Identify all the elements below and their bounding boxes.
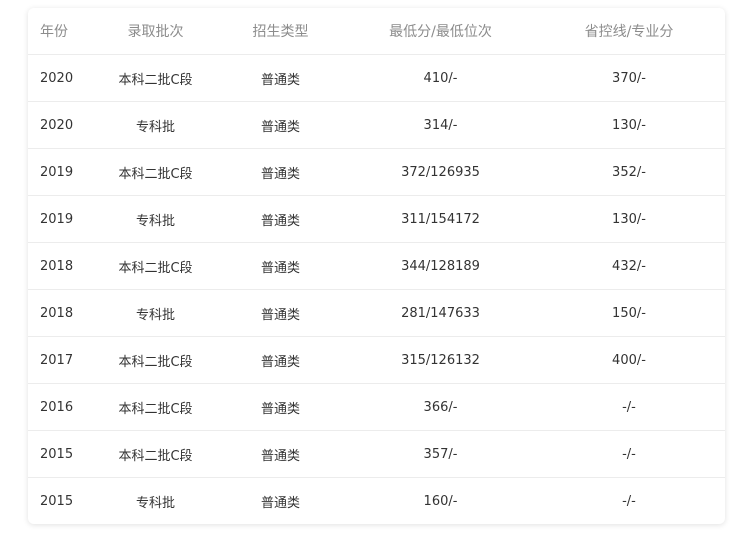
cell-line: 352/-	[533, 148, 725, 196]
cell-type: 普通类	[213, 148, 348, 196]
cell-line: 432/-	[533, 242, 725, 290]
cell-batch: 专科批	[135, 495, 175, 511]
admission-scores-table: 年份 录取批次 招生类型 最低分/最低位次 省控线/专业分 2020 本科二批C…	[28, 8, 725, 524]
cell-type: 普通类	[213, 54, 348, 102]
cell-batch: 本科二批C段	[98, 430, 213, 478]
table-row: 2020 专科批 普通类 314/- 130/-	[28, 101, 725, 149]
cell-year: 2020	[28, 101, 98, 149]
cell-score: 311/154172	[348, 195, 533, 243]
cell-type: 普通类	[213, 195, 348, 243]
table-row: 2015 本科二批C段 普通类 357/- -/-	[28, 430, 725, 478]
cell-score: 160/-	[423, 493, 458, 509]
cell-score: 410/-	[348, 54, 533, 102]
cell-batch: 本科二批C段	[98, 148, 213, 196]
column-header-type: 招生类型	[213, 8, 348, 55]
table-row: 2018 专科批 普通类 281/147633 150/-	[28, 289, 725, 337]
cell-line: -/-	[622, 493, 636, 509]
cell-batch: 本科二批C段	[98, 336, 213, 384]
cell-year: 2015	[40, 493, 74, 509]
cell-year: 2017	[28, 336, 98, 384]
cell-batch: 专科批	[98, 101, 213, 149]
cell-batch: 本科二批C段	[98, 242, 213, 290]
cell-year: 2018	[28, 242, 98, 290]
cell-batch: 专科批	[98, 195, 213, 243]
cell-year: 2018	[28, 289, 98, 337]
cell-type: 普通类	[213, 101, 348, 149]
column-header-batch: 录取批次	[98, 8, 213, 55]
table-row: 2020 本科二批C段 普通类 410/- 370/-	[28, 54, 725, 102]
table-header: 年份 录取批次 招生类型 最低分/最低位次 省控线/专业分	[28, 8, 725, 55]
cell-type: 普通类	[213, 336, 348, 384]
cell-type: 普通类	[213, 383, 348, 431]
cell-line: 150/-	[533, 289, 725, 337]
table-body: 2020 本科二批C段 普通类 410/- 370/- 2020 专科批 普通类…	[28, 54, 725, 525]
cell-line: 400/-	[533, 336, 725, 384]
cell-batch: 专科批	[98, 289, 213, 337]
column-header-year: 年份	[28, 8, 98, 55]
cell-type: 普通类	[213, 242, 348, 290]
cell-line: -/-	[533, 383, 725, 431]
cell-batch: 本科二批C段	[98, 54, 213, 102]
cell-score: 315/126132	[348, 336, 533, 384]
table-row: 2019 专科批 普通类 311/154172 130/-	[28, 195, 725, 243]
table-row: 2018 本科二批C段 普通类 344/128189 432/-	[28, 242, 725, 290]
header-row: 年份 录取批次 招生类型 最低分/最低位次 省控线/专业分	[28, 8, 725, 55]
column-header-line: 省控线/专业分	[533, 8, 725, 55]
cell-line: 130/-	[533, 195, 725, 243]
cell-line: -/-	[533, 430, 725, 478]
cell-year: 2020	[28, 54, 98, 102]
cell-score: 281/147633	[348, 289, 533, 337]
cell-score: 372/126935	[348, 148, 533, 196]
cell-year: 2019	[28, 148, 98, 196]
table-row: 2017 本科二批C段 普通类 315/126132 400/-	[28, 336, 725, 384]
cell-line: 130/-	[533, 101, 725, 149]
cell-type: 普通类	[213, 289, 348, 337]
cell-year: 2015	[28, 430, 98, 478]
cell-type: 普通类	[213, 430, 348, 478]
cell-year: 2019	[28, 195, 98, 243]
column-header-score: 最低分/最低位次	[348, 8, 533, 55]
cell-line: 370/-	[533, 54, 725, 102]
table-row: 2015 专科批 普通类 160/- -/-	[28, 478, 725, 525]
cell-year: 2016	[28, 383, 98, 431]
cell-score: 366/-	[348, 383, 533, 431]
cell-type: 普通类	[260, 495, 300, 511]
cell-score: 344/128189	[348, 242, 533, 290]
cell-score: 314/-	[348, 101, 533, 149]
table-row: 2016 本科二批C段 普通类 366/- -/-	[28, 383, 725, 431]
cell-score: 357/-	[348, 430, 533, 478]
table-row: 2019 本科二批C段 普通类 372/126935 352/-	[28, 148, 725, 196]
admission-scores-card: 年份 录取批次 招生类型 最低分/最低位次 省控线/专业分 2020 本科二批C…	[28, 8, 725, 524]
cell-batch: 本科二批C段	[98, 383, 213, 431]
